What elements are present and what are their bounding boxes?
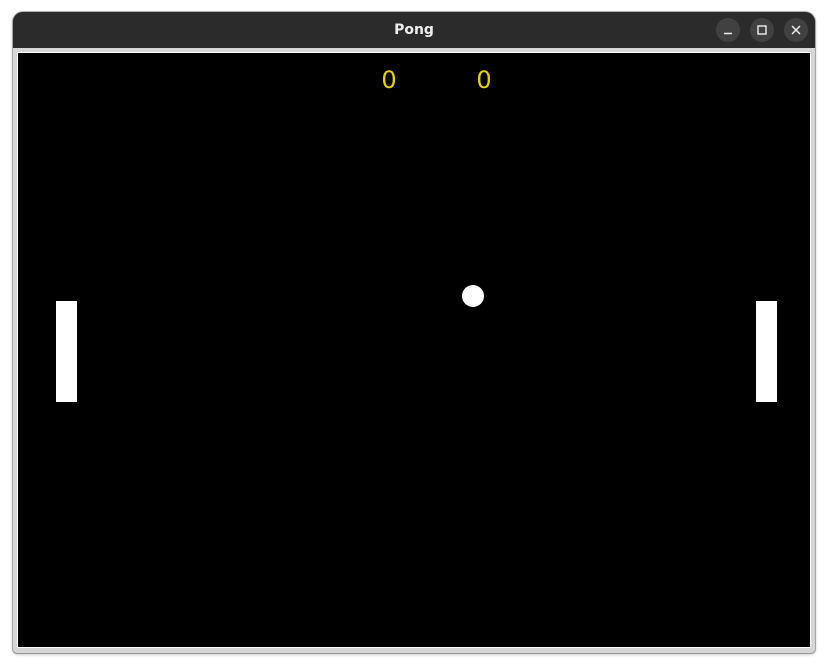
window-title: Pong (394, 22, 434, 38)
left-score: 0 (381, 66, 397, 94)
game-canvas[interactable]: 0 0 (17, 52, 811, 648)
right-paddle (756, 301, 777, 402)
window-content: 0 0 (13, 48, 815, 653)
app-window: Pong 0 0 (13, 12, 815, 653)
minimize-button[interactable] (716, 18, 740, 42)
minimize-icon (724, 32, 732, 35)
maximize-icon (757, 25, 767, 35)
right-score: 0 (476, 66, 492, 94)
left-paddle (56, 301, 77, 402)
close-icon (791, 25, 801, 35)
maximize-button[interactable] (750, 18, 774, 42)
close-button[interactable] (784, 18, 808, 42)
title-bar[interactable]: Pong (13, 12, 815, 48)
ball (462, 285, 484, 307)
